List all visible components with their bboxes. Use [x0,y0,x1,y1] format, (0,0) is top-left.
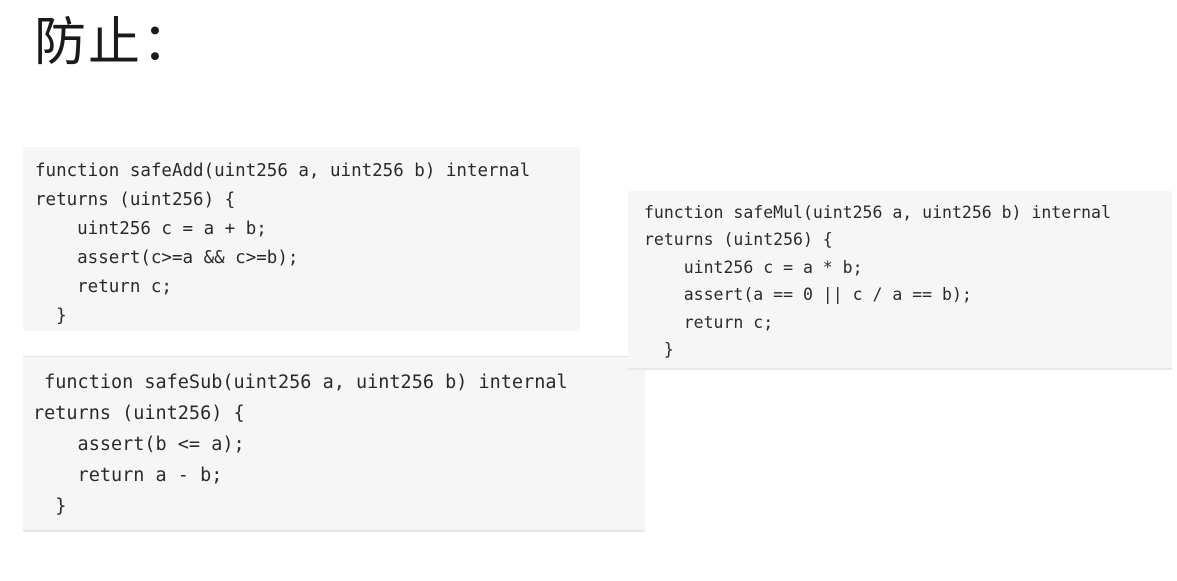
code-line: returns (uint256) { [644,230,833,250]
code-line: return c; [644,312,774,332]
code-line: returns (uint256) { [35,190,236,210]
code-line: function safeMul(uint256 a, uint256 b) i… [644,203,1111,222]
code-line: uint256 c = a + b; [35,219,267,239]
code-line: return c; [35,277,172,297]
code-line: return a - b; [33,465,223,486]
code-line: } [33,496,67,517]
code-line: function safeSub(uint256 a, uint256 b) i… [33,372,568,393]
code-line: } [35,306,67,326]
code-block-safe-sub: function safeSub(uint256 a, uint256 b) i… [23,356,645,532]
code-line: assert(b <= a); [33,434,245,455]
code-line: } [644,340,674,360]
slide-title: 防止： [34,13,197,73]
code-line: uint256 c = a * b; [644,257,863,277]
code-line: returns (uint256) { [33,403,245,424]
code-block-safe-mul: function safeMul(uint256 a, uint256 b) i… [628,191,1172,370]
code-line: assert(c>=a && c>=b); [35,248,299,268]
code-line: assert(a == 0 || c / a == b); [644,285,972,305]
code-line: function safeAdd(uint256 a, uint256 b) i… [35,161,531,181]
code-block-safe-add: function safeAdd(uint256 a, uint256 b) i… [23,147,580,331]
